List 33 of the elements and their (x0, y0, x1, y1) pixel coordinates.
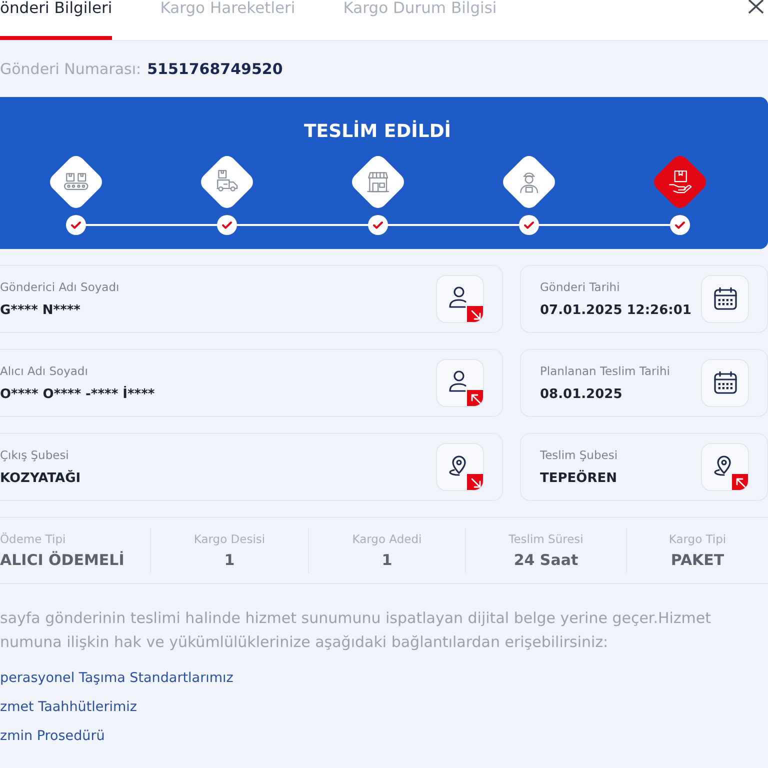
detail-label: Alıcı Adı Soyadı (0, 364, 89, 378)
calendar-icon (701, 275, 749, 323)
detail-label: Planlanan Teslim Tarihi (540, 364, 670, 378)
summary-label: Kargo Desisi (194, 532, 266, 546)
detail-label: Gönderici Adı Soyadı (0, 280, 120, 294)
detail-label: Teslim Şubesi (540, 448, 618, 462)
detail-value: G**** N**** (0, 302, 82, 318)
summary-value: PAKET (670, 551, 724, 569)
summary-label: Ödeme Tipi (0, 532, 66, 546)
status-title: TESLİM EDİLDİ (303, 121, 452, 143)
policy-link[interactable]: zmin Prosedürü (0, 722, 105, 751)
tab[interactable]: önderi Bilgileri (0, 0, 112, 40)
summary-value: 1 (382, 551, 392, 569)
detail-label: Çıkış Şubesi (0, 448, 70, 462)
summary-label: Teslim Süresi (508, 532, 584, 546)
shipment-number-label: Gönderi Numarası: (0, 60, 142, 78)
close-icon[interactable] (748, 0, 766, 14)
detail-value: 08.01.2025 (540, 386, 624, 402)
summary-value: 1 (224, 551, 235, 569)
detail-value: O**** O**** -**** İ**** (0, 386, 155, 402)
detail-label: Gönderi Tarihi (540, 280, 621, 294)
summary-value: ALICI ÖDEMELİ (0, 551, 124, 569)
policy-link[interactable]: zmet Taahhütlerimiz (0, 693, 137, 722)
notice-text: sayfa gönderinin teslimi halinde hizmet sunumunu ispatlayan dijital belge yerine geçer.Hizmet numuna ilişkin hak ve yükümlülüklerinize aşağıdaki bağlantılardan erişebilirsiniz: (0, 608, 712, 653)
summary-value: 24 Saat (514, 551, 578, 569)
shipment-number: 5151768749520 (147, 60, 283, 78)
summary-label: Kargo Tipi (668, 532, 726, 546)
detail-value: KOZYATAĞI (0, 470, 81, 486)
detail-value: TEPEÖREN (540, 470, 618, 486)
summary-label: Kargo Adedi (352, 532, 422, 546)
calendar-icon (701, 359, 749, 407)
detail-value: 07.01.2025 12:26:01 (540, 302, 692, 318)
policy-link[interactable]: perasyonel Taşıma Standartlarımız (0, 664, 234, 693)
